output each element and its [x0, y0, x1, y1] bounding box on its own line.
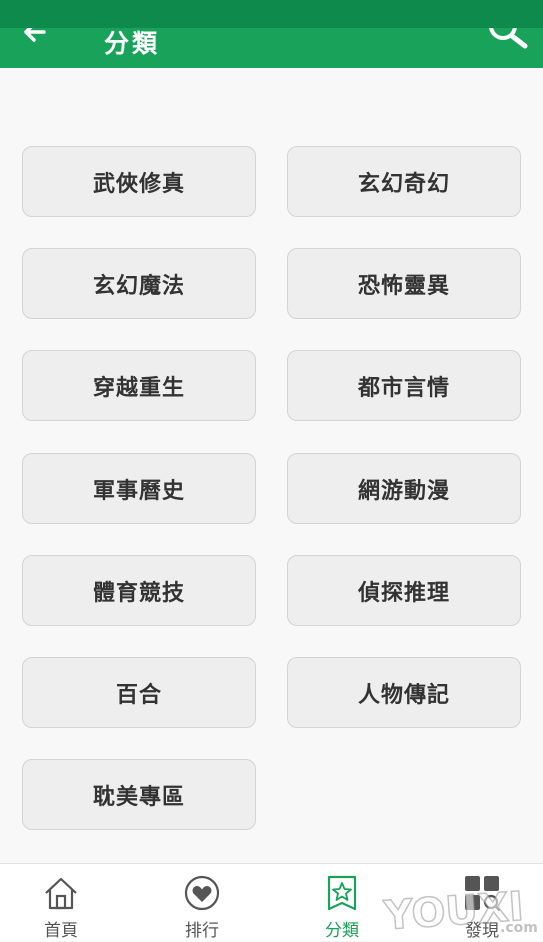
nav-discover[interactable]: 發現 — [422, 864, 542, 942]
star-bookmark-icon — [327, 875, 357, 911]
nav-discover-label: 發現 — [465, 921, 499, 941]
nav-category[interactable]: 分類 — [282, 864, 402, 942]
category-wuxia[interactable]: 武俠修真 — [22, 146, 256, 217]
nav-ranking[interactable]: 排行 — [142, 864, 262, 942]
page-title: 分類 — [104, 29, 161, 58]
category-sports[interactable]: 體育競技 — [22, 555, 256, 626]
home-icon — [45, 877, 77, 910]
category-urban-romance[interactable]: 都市言情 — [287, 350, 521, 421]
back-arrow-icon — [24, 28, 46, 42]
nav-ranking-label: 排行 — [185, 921, 219, 941]
category-horror[interactable]: 恐怖靈異 — [287, 248, 521, 319]
discover-grid-icon — [465, 876, 501, 912]
category-military-history[interactable]: 軍事曆史 — [22, 453, 256, 524]
bottom-nav: 首頁 排行 分類 發現 — [0, 863, 543, 941]
category-detective[interactable]: 偵探推理 — [287, 555, 521, 626]
heart-icon — [184, 875, 220, 911]
category-yuri[interactable]: 百合 — [22, 657, 256, 728]
nav-category-label: 分類 — [325, 921, 359, 941]
search-icon — [489, 28, 528, 49]
category-game-anime[interactable]: 網游動漫 — [287, 453, 521, 524]
nav-home-label: 首頁 — [44, 921, 78, 941]
back-button[interactable] — [14, 28, 54, 68]
category-time-travel[interactable]: 穿越重生 — [22, 350, 256, 421]
category-danmei[interactable]: 耽美專區 — [22, 759, 256, 830]
category-grid: 武俠修真 玄幻奇幻 玄幻魔法 恐怖靈異 穿越重生 都市言情 軍事曆史 網游動漫 … — [0, 68, 543, 863]
category-xuanhuan-fantasy[interactable]: 玄幻奇幻 — [287, 146, 521, 217]
search-button[interactable] — [487, 28, 531, 68]
app-bar: 分類 — [0, 0, 543, 68]
nav-home[interactable]: 首頁 — [1, 864, 121, 942]
category-xuanhuan-magic[interactable]: 玄幻魔法 — [22, 248, 256, 319]
category-biography[interactable]: 人物傳記 — [287, 657, 521, 728]
